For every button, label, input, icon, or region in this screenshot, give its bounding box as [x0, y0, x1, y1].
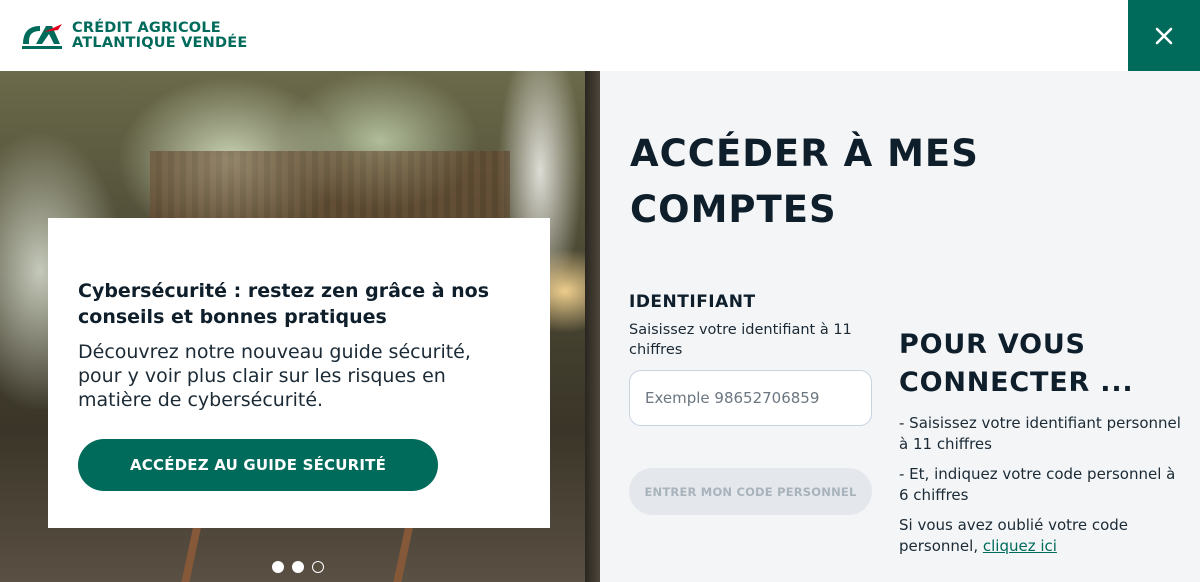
close-icon [1155, 27, 1173, 44]
help-list: - Saisissez votre identifiant personnel … [899, 413, 1189, 566]
header: CRÉDIT AGRICOLE ATLANTIQUE VENDÉE [0, 0, 1200, 71]
promo-title: Cybersécurité : restez zen grâce à nos c… [78, 280, 490, 328]
login-panel: ACCÉDER À MES COMPTES IDENTIFIANT Saisis… [600, 71, 1200, 582]
carousel-dot-3[interactable] [312, 561, 324, 573]
carousel-dots [272, 561, 324, 573]
ca-logo-icon [20, 20, 64, 52]
brand-line-1: CRÉDIT AGRICOLE [72, 20, 221, 36]
brand-line-2: ATLANTIQUE VENDÉE [72, 35, 248, 51]
identifier-help: Saisissez votre identifiant à 11 chiffre… [629, 322, 852, 358]
help-item-2: - Et, indiquez votre code personnel à 6 … [899, 465, 1176, 504]
page-title: ACCÉDER À MES COMPTES [630, 132, 979, 231]
promo-text: Découvrez notre nouveau guide sécurité, … [78, 341, 471, 411]
help-item-1: - Saisissez votre identifiant personnel … [899, 414, 1181, 453]
hero-image: Cybersécurité : restez zen grâce à nos c… [0, 71, 600, 582]
promo-card: Cybersécurité : restez zen grâce à nos c… [48, 218, 550, 528]
help-forgot: Si vous avez oublié votre code personnel… [899, 515, 1189, 556]
brand-name: CRÉDIT AGRICOLE ATLANTIQUE VENDÉE [72, 21, 247, 51]
help-title: POUR VOUS CONNECTER ... [899, 329, 1134, 398]
identifier-label: IDENTIFIANT [629, 292, 756, 312]
close-button[interactable] [1128, 0, 1200, 71]
identifier-input[interactable] [629, 370, 872, 426]
enter-code-button[interactable]: ENTRER MON CODE PERSONNEL [629, 468, 872, 515]
hero-edge [585, 71, 600, 582]
forgot-code-link[interactable]: cliquez ici [983, 537, 1057, 555]
brand-logo[interactable]: CRÉDIT AGRICOLE ATLANTIQUE VENDÉE [20, 20, 247, 52]
carousel-dot-1[interactable] [272, 561, 284, 573]
carousel-dot-2[interactable] [292, 561, 304, 573]
security-guide-button[interactable]: ACCÉDEZ AU GUIDE SÉCURITÉ [78, 439, 438, 491]
